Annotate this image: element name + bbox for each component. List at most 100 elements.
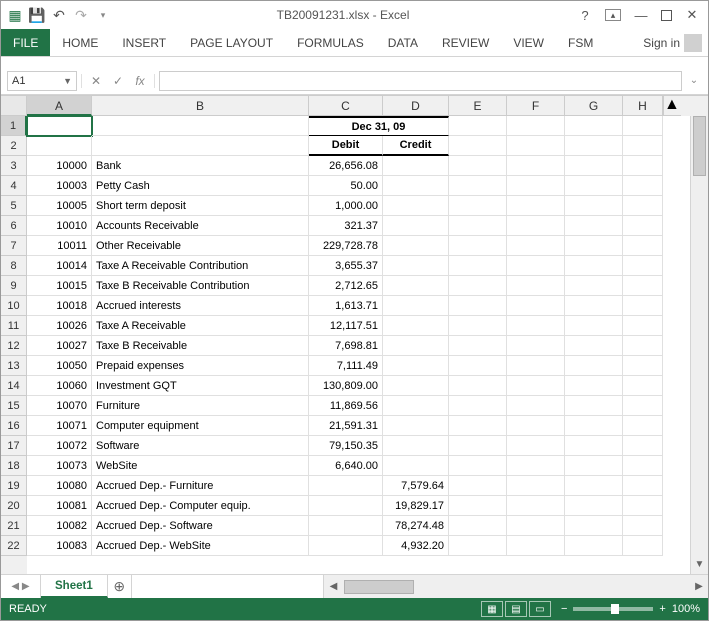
cell-acct-5[interactable]: 10005 [27,196,92,216]
cell-F16[interactable] [507,416,565,436]
cancel-icon[interactable]: ✕ [88,74,104,88]
cell-name-6[interactable]: Accounts Receivable [92,216,309,236]
cell-E13[interactable] [449,356,507,376]
cell-acct-18[interactable]: 10073 [27,456,92,476]
cell-H18[interactable] [623,456,663,476]
cell-name-15[interactable]: Furniture [92,396,309,416]
cell-credit-4[interactable] [383,176,449,196]
cell-F19[interactable] [507,476,565,496]
cell-F15[interactable] [507,396,565,416]
zoom-level[interactable]: 100% [672,603,700,615]
cell-acct-12[interactable]: 10027 [27,336,92,356]
row-header-12[interactable]: 12 [1,336,27,356]
ribbon-tab-insert[interactable]: INSERT [110,29,178,56]
cell-debit-21[interactable] [309,516,383,536]
cell-G17[interactable] [565,436,623,456]
cell-E4[interactable] [449,176,507,196]
cell-credit-20[interactable]: 19,829.17 [383,496,449,516]
cell-credit-12[interactable] [383,336,449,356]
enter-icon[interactable]: ✓ [110,74,126,88]
cell-G5[interactable] [565,196,623,216]
cell-H16[interactable] [623,416,663,436]
row-header-14[interactable]: 14 [1,376,27,396]
cell-debit-19[interactable] [309,476,383,496]
cell-credit-6[interactable] [383,216,449,236]
row-header-8[interactable]: 8 [1,256,27,276]
cell-E16[interactable] [449,416,507,436]
cell-debit-22[interactable] [309,536,383,556]
cell-E3[interactable] [449,156,507,176]
cell-H22[interactable] [623,536,663,556]
vertical-scrollbar[interactable]: ▼ [690,116,708,574]
cell-name-12[interactable]: Taxe B Receivable [92,336,309,356]
cell-name-13[interactable]: Prepaid expenses [92,356,309,376]
cells-area[interactable]: Dec 31, 09DebitCredit10000Bank26,656.081… [27,116,690,574]
normal-view-icon[interactable]: ▦ [481,601,503,617]
cell-F21[interactable] [507,516,565,536]
cell-G19[interactable] [565,476,623,496]
cell-F14[interactable] [507,376,565,396]
cell-E17[interactable] [449,436,507,456]
zoom-in-icon[interactable]: + [659,603,665,615]
cell-F10[interactable] [507,296,565,316]
row-header-2[interactable]: 2 [1,136,27,156]
cell-acct-19[interactable]: 10080 [27,476,92,496]
zoom-out-icon[interactable]: − [561,603,567,615]
cell-debit-17[interactable]: 79,150.35 [309,436,383,456]
formula-input[interactable] [159,71,682,91]
maximize-icon[interactable] [661,10,672,21]
cell-F2[interactable] [507,136,565,156]
redo-icon[interactable]: ↷ [71,5,91,25]
cell-G15[interactable] [565,396,623,416]
cell-G4[interactable] [565,176,623,196]
cell-acct-9[interactable]: 10015 [27,276,92,296]
cell-credit-8[interactable] [383,256,449,276]
ribbon-tab-fsm[interactable]: FSM [556,29,605,56]
cell-credit-11[interactable] [383,316,449,336]
cell-A2[interactable] [27,136,92,156]
cell-name-14[interactable]: Investment GQT [92,376,309,396]
cell-credit-5[interactable] [383,196,449,216]
ribbon-tab-view[interactable]: VIEW [501,29,556,56]
sign-in-button[interactable]: Sign in [637,29,708,56]
cell-debit-9[interactable]: 2,712.65 [309,276,383,296]
row-header-13[interactable]: 13 [1,356,27,376]
cell-G10[interactable] [565,296,623,316]
cell-acct-4[interactable]: 10003 [27,176,92,196]
cell-H3[interactable] [623,156,663,176]
fx-icon[interactable]: fx [132,74,148,88]
cell-acct-3[interactable]: 10000 [27,156,92,176]
select-all-corner[interactable] [1,96,27,116]
cell-F18[interactable] [507,456,565,476]
cell-credit-14[interactable] [383,376,449,396]
cell-acct-6[interactable]: 10010 [27,216,92,236]
cell-debit-6[interactable]: 321.37 [309,216,383,236]
cell-E22[interactable] [449,536,507,556]
minimize-icon[interactable]: — [629,5,653,25]
name-box[interactable]: A1 ▼ [7,71,77,91]
row-header-1[interactable]: 1 [1,116,27,136]
cell-F4[interactable] [507,176,565,196]
cell-credit-15[interactable] [383,396,449,416]
cell-name-21[interactable]: Accrued Dep.- Software [92,516,309,536]
cell-G12[interactable] [565,336,623,356]
qat-dropdown-icon[interactable]: ▾ [93,5,113,25]
cell-debit-11[interactable]: 12,117.51 [309,316,383,336]
cell-acct-14[interactable]: 10060 [27,376,92,396]
row-header-10[interactable]: 10 [1,296,27,316]
row-header-19[interactable]: 19 [1,476,27,496]
cell-acct-21[interactable]: 10082 [27,516,92,536]
row-header-11[interactable]: 11 [1,316,27,336]
cell-G20[interactable] [565,496,623,516]
cell-E10[interactable] [449,296,507,316]
cell-E2[interactable] [449,136,507,156]
row-header-20[interactable]: 20 [1,496,27,516]
cell-F3[interactable] [507,156,565,176]
page-layout-view-icon[interactable]: ▤ [505,601,527,617]
cell-E1[interactable] [449,116,507,136]
cell-E19[interactable] [449,476,507,496]
cell-F12[interactable] [507,336,565,356]
cell-credit-7[interactable] [383,236,449,256]
row-header-17[interactable]: 17 [1,436,27,456]
cell-debit-8[interactable]: 3,655.37 [309,256,383,276]
